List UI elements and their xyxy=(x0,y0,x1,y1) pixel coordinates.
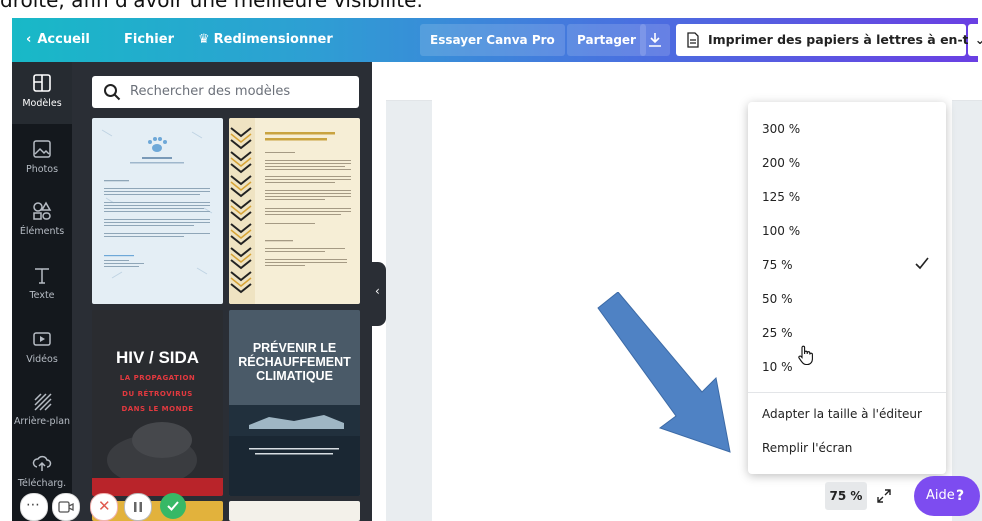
zoom-option-25[interactable]: 25 % xyxy=(762,326,793,340)
sidebar-item-photos[interactable]: Photos xyxy=(12,128,72,190)
template-thumbnail-partial-2[interactable] xyxy=(229,501,360,521)
editor-toolbar xyxy=(386,62,982,101)
photo-icon xyxy=(33,140,51,158)
sidebar-item-background[interactable]: Arrière-plan xyxy=(12,380,72,442)
sidebar-item-elements[interactable]: Éléments xyxy=(12,190,72,252)
templates-icon xyxy=(33,74,51,92)
zoom-option-75[interactable]: 75 % xyxy=(762,258,793,272)
zoom-option-300[interactable]: 300 % xyxy=(762,122,800,136)
sidebar-item-videos[interactable]: Vidéos xyxy=(12,318,72,380)
tutorial-caption: droite, afin d'avoir une meilleure visib… xyxy=(0,0,423,12)
iceberg-photo-preview xyxy=(229,310,360,496)
template-thumbnail-paw[interactable] xyxy=(92,118,223,304)
check-icon xyxy=(167,501,179,511)
close-icon: ✕ xyxy=(98,497,111,515)
upload-icon xyxy=(32,455,52,471)
checkmark-icon xyxy=(915,257,929,270)
zoom-option-50[interactable]: 50 % xyxy=(762,292,793,306)
share-button[interactable]: Partager xyxy=(567,24,646,56)
elements-icon xyxy=(33,201,52,220)
template-thumbnail-hiv[interactable]: HIV / SIDA LA PROPAGATION DU RÉTROVIRUS … xyxy=(92,310,223,496)
print-dropdown-button[interactable]: ⌄ xyxy=(968,24,982,56)
finish-recording-button[interactable] xyxy=(160,493,186,519)
fit-to-editor-option[interactable]: Adapter la taille à l'éditeur xyxy=(762,407,922,421)
file-menu-button[interactable]: Fichier xyxy=(124,18,174,62)
hand-cursor-icon xyxy=(798,345,813,366)
zoom-option-200[interactable]: 200 % xyxy=(762,156,800,170)
zoom-option-10[interactable]: 10 % xyxy=(762,360,793,374)
search-input[interactable]: Rechercher des modèles xyxy=(92,76,359,108)
video-icon xyxy=(33,332,51,346)
sidebar-item-templates[interactable]: Modèles xyxy=(12,62,72,124)
search-icon xyxy=(104,84,121,101)
home-button[interactable]: ‹ Accueil xyxy=(26,18,90,62)
paw-letter-preview xyxy=(101,129,213,279)
text-icon xyxy=(35,268,49,284)
fill-screen-option[interactable]: Remplir l'écran xyxy=(762,441,852,455)
try-pro-button[interactable]: Essayer Canva Pro xyxy=(420,24,565,56)
collapse-panel-button[interactable]: ‹ xyxy=(372,262,386,326)
chevron-left-icon: ‹ xyxy=(26,32,32,47)
zoom-level-button[interactable]: 75 % xyxy=(825,482,867,510)
background-icon xyxy=(34,393,52,411)
zoom-option-100[interactable]: 100 % xyxy=(762,224,800,238)
question-icon: ? xyxy=(956,488,965,504)
help-button[interactable]: Aide ? xyxy=(914,476,980,516)
zoom-option-125[interactable]: 125 % xyxy=(762,190,800,204)
zoom-menu: 300 % 200 % 125 % 100 % 75 % 50 % 25 % 1… xyxy=(748,102,946,474)
chevron-down-icon: ⌄ xyxy=(974,32,982,47)
top-bar: ‹ Accueil Fichier ♛ Redimensionner Essayer… xyxy=(12,18,982,62)
expand-icon[interactable] xyxy=(876,488,892,504)
camera-icon xyxy=(58,501,74,513)
chevron-left-icon: ‹ xyxy=(375,284,380,298)
download-button[interactable] xyxy=(640,24,670,56)
download-icon xyxy=(649,33,661,47)
menu-divider xyxy=(748,392,946,393)
side-nav: Modèles Photos Éléments Texte Vidéos Arr… xyxy=(12,62,72,521)
hands-photo-preview xyxy=(92,310,223,496)
template-thumbnail-school[interactable] xyxy=(229,118,360,304)
more-dots-icon: ⋯ xyxy=(26,497,40,513)
resize-button[interactable]: ♛ Redimensionner xyxy=(198,18,333,62)
crown-icon: ♛ xyxy=(198,32,210,47)
sidebar-item-text[interactable]: Texte xyxy=(12,254,72,316)
annotation-arrow xyxy=(597,292,731,453)
camera-toggle-button[interactable] xyxy=(52,493,80,521)
print-order-button[interactable]: Imprimer des papiers à lettres à en-tête xyxy=(676,24,982,56)
template-thumbnail-climate[interactable]: PRÉVENIR LE RÉCHAUFFEMENT CLIMATIQUE xyxy=(229,310,360,496)
pause-recording-button[interactable] xyxy=(124,493,152,521)
pause-icon xyxy=(134,502,142,512)
school-letter-preview xyxy=(229,118,351,304)
document-icon xyxy=(687,32,699,48)
more-options-button[interactable]: ⋯ xyxy=(20,493,48,521)
cancel-recording-button[interactable]: ✕ xyxy=(90,493,118,521)
